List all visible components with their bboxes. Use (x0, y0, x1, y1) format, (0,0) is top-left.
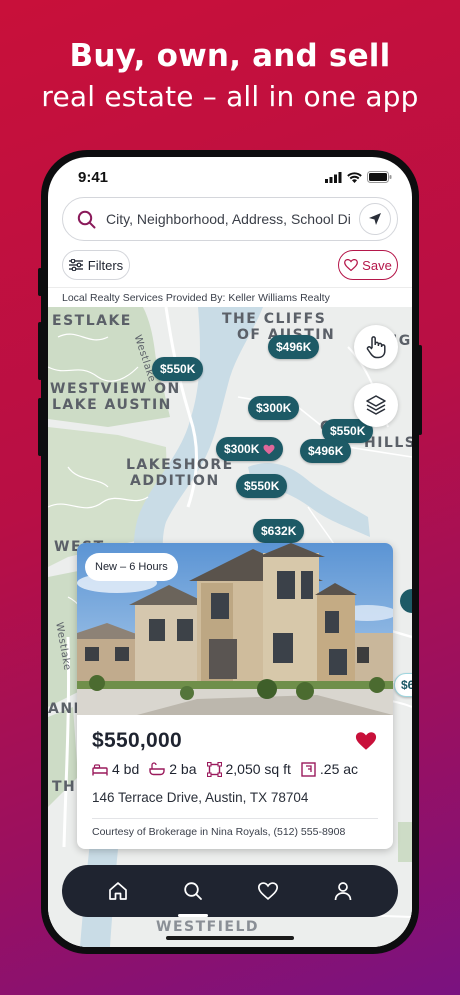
price-pin[interactable]: $632K (253, 519, 305, 543)
heart-icon (263, 444, 275, 454)
wifi-icon (347, 171, 362, 183)
price-pin[interactable]: $496K (268, 335, 320, 359)
price-pin-label: $550K (244, 479, 280, 493)
promo-title: Buy, own, and sell (69, 38, 391, 74)
map-label: HILLS (364, 435, 412, 451)
map-label: ADDITION (130, 473, 220, 489)
current-location-button[interactable] (359, 203, 391, 235)
bottom-tab-bar (62, 865, 398, 917)
listing-price: $550,000 (92, 729, 182, 752)
navigation-arrow-icon (369, 213, 381, 225)
search-icon (183, 882, 202, 900)
tab-search[interactable] (175, 873, 211, 917)
price-pin-label: $496K (308, 444, 344, 458)
heart-outline-icon (344, 259, 359, 271)
price-pin-label: $6 (401, 678, 412, 692)
floor-area-icon (206, 761, 222, 777)
app-screen: 9:41 City, Neighborhood, Address, School… (48, 157, 412, 947)
phone-side-button (38, 398, 42, 456)
layers-icon (366, 395, 386, 415)
save-search-button[interactable]: Save (338, 250, 398, 280)
baths-value: 2 ba (169, 761, 197, 777)
listing-courtesy: Courtesy of Brokerage in Nina Royals, (5… (92, 826, 346, 838)
price-pin[interactable]: $300K (248, 396, 300, 420)
tab-profile[interactable] (325, 873, 361, 909)
promo-subtitle: real estate – all in one app (41, 80, 419, 113)
sqft-fact: 2,050 sq ft (206, 761, 291, 777)
phone-side-button (418, 345, 422, 435)
price-pin-label: $300K (256, 401, 292, 415)
status-time: 9:41 (78, 169, 109, 186)
listing-badge: New – 6 Hours (85, 553, 178, 581)
promo-headline: Buy, own, and sell real estate – all in … (0, 38, 460, 113)
tab-home[interactable] (100, 873, 136, 909)
price-pin-label: $300K (224, 442, 260, 456)
save-label: Save (362, 257, 392, 273)
listing-card[interactable]: New – 6 Hours $550,000 4 bd 2 ba 2,050 s… (77, 543, 393, 849)
listing-facts: 4 bd 2 ba 2,050 sq ft .25 ac (92, 761, 358, 777)
map-label: WESTFIELD (156, 919, 260, 935)
sliders-icon (68, 259, 83, 271)
phone-side-button (38, 268, 42, 296)
map-label: TH (52, 779, 77, 795)
heart-icon (257, 882, 278, 900)
map-label: WESTVIEW ON (50, 381, 181, 397)
price-pin-label: $632K (261, 524, 297, 538)
status-bar: 9:41 (48, 157, 412, 201)
person-icon (334, 882, 351, 901)
lot-value: .25 ac (319, 761, 359, 777)
beds-fact: 4 bd (92, 761, 139, 777)
search-icon (77, 210, 96, 228)
bed-icon (92, 763, 108, 775)
signal-icon (325, 171, 342, 183)
status-icons (325, 171, 392, 183)
divider (92, 818, 378, 819)
price-pin[interactable]: $6 (394, 673, 412, 697)
price-pin[interactable]: $496K (300, 439, 352, 463)
lot-fact: .25 ac (301, 761, 358, 777)
provider-disclaimer: Local Realty Services Provided By: Kelle… (48, 287, 412, 307)
beds-value: 4 bd (112, 761, 140, 777)
sqft-value: 2,050 sq ft (225, 761, 291, 777)
tab-favorites[interactable] (250, 873, 286, 909)
bathtub-icon (149, 762, 165, 776)
map-label: ESTLAKE (52, 313, 132, 329)
favorite-heart-icon[interactable] (355, 731, 377, 751)
search-input[interactable]: City, Neighborhood, Address, School Di (106, 211, 351, 227)
price-pin-favorite[interactable]: $300K (216, 437, 284, 461)
map-layers-button[interactable] (354, 383, 398, 427)
map-label: LAKE AUSTIN (52, 397, 172, 413)
home-icon (108, 882, 127, 900)
map-label: LAKESHORE (126, 457, 234, 473)
listing-address: 146 Terrace Drive, Austin, TX 78704 (92, 790, 309, 805)
search-bar[interactable]: City, Neighborhood, Address, School Di (62, 197, 398, 241)
battery-icon (367, 171, 392, 183)
hand-pointer-icon (366, 336, 386, 359)
price-pin[interactable]: $550K (236, 474, 288, 498)
price-pin-label: $550K (160, 362, 196, 376)
price-pin[interactable]: $550K (152, 357, 204, 381)
draw-area-button[interactable] (354, 325, 398, 369)
filters-label: Filters (87, 257, 124, 273)
phone-side-button (38, 322, 42, 380)
home-indicator (166, 936, 294, 940)
filters-button[interactable]: Filters (62, 250, 130, 280)
baths-fact: 2 ba (149, 761, 197, 777)
lot-size-icon (301, 761, 316, 777)
map-label: THE CLIFFS (222, 311, 327, 327)
price-pin-label: $496K (276, 340, 312, 354)
